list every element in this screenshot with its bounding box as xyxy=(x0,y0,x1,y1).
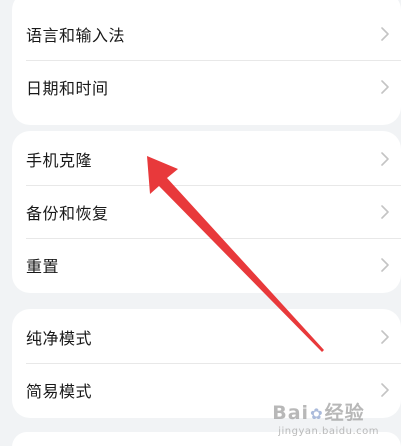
chevron-right-icon xyxy=(381,330,389,344)
watermark-brand-left: Bai xyxy=(272,402,310,424)
settings-item-pure-mode[interactable]: 纯净模式 xyxy=(12,311,401,363)
settings-item-label: 日期和时间 xyxy=(26,79,109,98)
baidu-jingyan-watermark: Bai✿经验 jingyan.baidu.com xyxy=(272,398,379,437)
settings-item-label: 备份和恢复 xyxy=(26,204,109,223)
chevron-right-icon xyxy=(381,80,389,94)
settings-item-label: 简易模式 xyxy=(26,382,93,401)
chevron-right-icon xyxy=(381,383,389,397)
settings-item-date-time[interactable]: 日期和时间 xyxy=(12,61,401,113)
watermark-url: jingyan.baidu.com xyxy=(278,426,379,437)
paw-icon: ✿ xyxy=(310,405,324,423)
settings-group-clone-backup: 手机克隆 备份和恢复 重置 xyxy=(12,131,401,293)
chevron-right-icon xyxy=(381,205,389,219)
watermark-brand-right: 经验 xyxy=(324,402,365,424)
settings-screen: 语言和输入法 日期和时间 手机克隆 备份和恢复 重置 纯净模式 简易模式 Bai… xyxy=(0,0,401,446)
chevron-right-icon xyxy=(381,258,389,272)
settings-group-language-time: 语言和输入法 日期和时间 xyxy=(12,0,401,125)
chevron-right-icon xyxy=(381,27,389,41)
chevron-right-icon xyxy=(381,152,389,166)
settings-item-reset[interactable]: 重置 xyxy=(12,239,401,291)
settings-item-language-input[interactable]: 语言和输入法 xyxy=(12,8,401,60)
settings-item-phone-clone[interactable]: 手机克隆 xyxy=(12,133,401,185)
settings-item-label: 纯净模式 xyxy=(26,329,93,348)
settings-item-label: 语言和输入法 xyxy=(26,26,126,45)
settings-item-backup-restore[interactable]: 备份和恢复 xyxy=(12,186,401,238)
settings-item-label: 重置 xyxy=(26,257,60,276)
settings-item-label: 手机克隆 xyxy=(26,151,93,170)
